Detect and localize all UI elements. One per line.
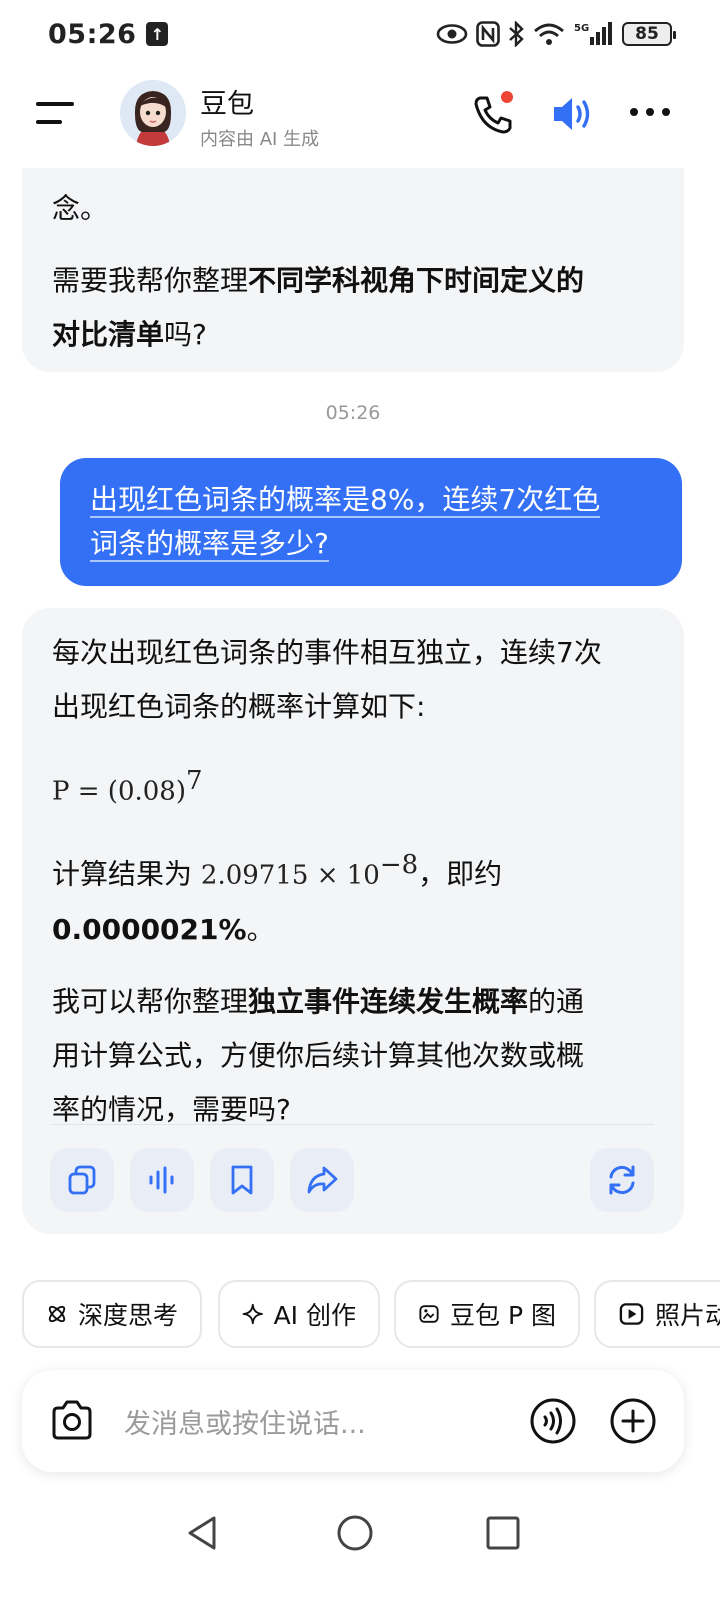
camera-icon bbox=[52, 1400, 92, 1440]
refresh-icon bbox=[609, 1165, 635, 1195]
chip-image-edit[interactable]: 豆包 P 图 bbox=[394, 1280, 580, 1348]
divider bbox=[52, 1124, 654, 1125]
status-right: 5G 85 bbox=[436, 21, 676, 47]
camera-button[interactable] bbox=[48, 1398, 96, 1444]
message-input[interactable]: 发消息或按住说话... bbox=[124, 1402, 366, 1441]
notification-dot bbox=[501, 91, 513, 103]
signal-icon: 5G bbox=[574, 21, 614, 47]
feature-chips: 深度思考 AI 创作 豆包 P 图 照片动 bbox=[22, 1280, 720, 1348]
voice-wave-icon bbox=[149, 1166, 174, 1194]
menu-icon[interactable] bbox=[36, 100, 76, 130]
title-block: 豆包 内容由 AI 生成 bbox=[200, 82, 319, 151]
share-button[interactable] bbox=[290, 1148, 354, 1212]
atom-icon bbox=[48, 1305, 66, 1323]
copy-icon bbox=[68, 1165, 96, 1195]
formula: P = (0.08)7 bbox=[52, 766, 203, 807]
bot-name: 豆包 bbox=[200, 89, 254, 120]
nfc-icon bbox=[476, 21, 500, 47]
ai-message-previous: 念。 需要我帮你整理不同学科视角下时间定义的 对比清单吗? bbox=[22, 168, 684, 372]
add-button[interactable] bbox=[608, 1396, 658, 1446]
voice-call-button[interactable] bbox=[528, 1396, 578, 1446]
chip-deep-think[interactable]: 深度思考 bbox=[22, 1280, 202, 1348]
ai-message-answer: 每次出现红色词条的事件相互独立，连续7次 出现红色词条的概率计算如下: P = … bbox=[22, 608, 684, 1234]
speaker-icon bbox=[554, 98, 590, 130]
back-icon[interactable] bbox=[180, 1510, 226, 1556]
more-options-icon[interactable] bbox=[630, 102, 674, 122]
wifi-icon bbox=[532, 21, 566, 47]
regenerate-button[interactable] bbox=[590, 1148, 654, 1212]
network-label: 5G bbox=[574, 23, 589, 34]
upload-icon: ↑ bbox=[146, 22, 169, 46]
message-input-bar: 发消息或按住说话... bbox=[22, 1370, 684, 1472]
status-time: 05:26 bbox=[48, 18, 137, 50]
user-message-text: 出现红色词条的概率是8%，连续7次红色 词条的概率是多少? bbox=[90, 483, 601, 562]
read-aloud-button[interactable] bbox=[130, 1148, 194, 1212]
message-actions bbox=[50, 1148, 656, 1212]
status-bar: 05:26 ↑ 5G 85 bbox=[0, 0, 720, 68]
play-icon bbox=[619, 1303, 644, 1325]
chip-label: AI 创作 bbox=[273, 1301, 356, 1330]
chat-header: 豆包 内容由 AI 生成 bbox=[0, 72, 720, 162]
chip-label: 照片动 bbox=[654, 1301, 720, 1330]
answer-text: 每次出现红色词条的事件相互独立，连续7次 出现红色词条的概率计算如下: P = … bbox=[52, 626, 654, 1137]
chip-label: 豆包 P 图 bbox=[450, 1301, 556, 1330]
bookmark-button[interactable] bbox=[210, 1148, 274, 1212]
ai-disclaimer: 内容由 AI 生成 bbox=[200, 129, 320, 150]
copy-button[interactable] bbox=[50, 1148, 114, 1212]
chip-label: 深度思考 bbox=[77, 1301, 178, 1330]
chip-photo-animate[interactable]: 照片动 bbox=[594, 1280, 720, 1348]
share-icon bbox=[307, 1166, 338, 1194]
bluetooth-icon bbox=[508, 21, 524, 47]
bookmark-icon bbox=[231, 1165, 253, 1195]
image-edit-icon bbox=[419, 1305, 439, 1323]
sparkle-icon bbox=[242, 1303, 263, 1325]
phone-call-button[interactable] bbox=[470, 90, 518, 138]
phone-icon bbox=[474, 91, 513, 134]
plus-icon bbox=[610, 1398, 656, 1444]
speaker-button[interactable] bbox=[548, 92, 596, 136]
system-nav-bar bbox=[0, 1500, 720, 1600]
battery-indicator: 85 bbox=[622, 22, 676, 46]
recents-icon[interactable] bbox=[480, 1510, 526, 1556]
eye-icon bbox=[436, 23, 468, 45]
status-left: 05:26 ↑ bbox=[48, 18, 169, 50]
message-timestamp: 05:26 bbox=[325, 402, 381, 424]
user-message[interactable]: 出现红色词条的概率是8%，连续7次红色 词条的概率是多少? bbox=[60, 458, 682, 586]
avatar[interactable] bbox=[120, 80, 186, 146]
message-text: 念。 需要我帮你整理不同学科视角下时间定义的 对比清单吗? bbox=[52, 192, 585, 351]
voice-icon bbox=[530, 1398, 576, 1444]
home-icon[interactable] bbox=[332, 1510, 378, 1556]
chip-ai-create[interactable]: AI 创作 bbox=[218, 1280, 380, 1348]
result-line: 计算结果为 2.09715 × 10−8，即约 bbox=[52, 850, 503, 891]
